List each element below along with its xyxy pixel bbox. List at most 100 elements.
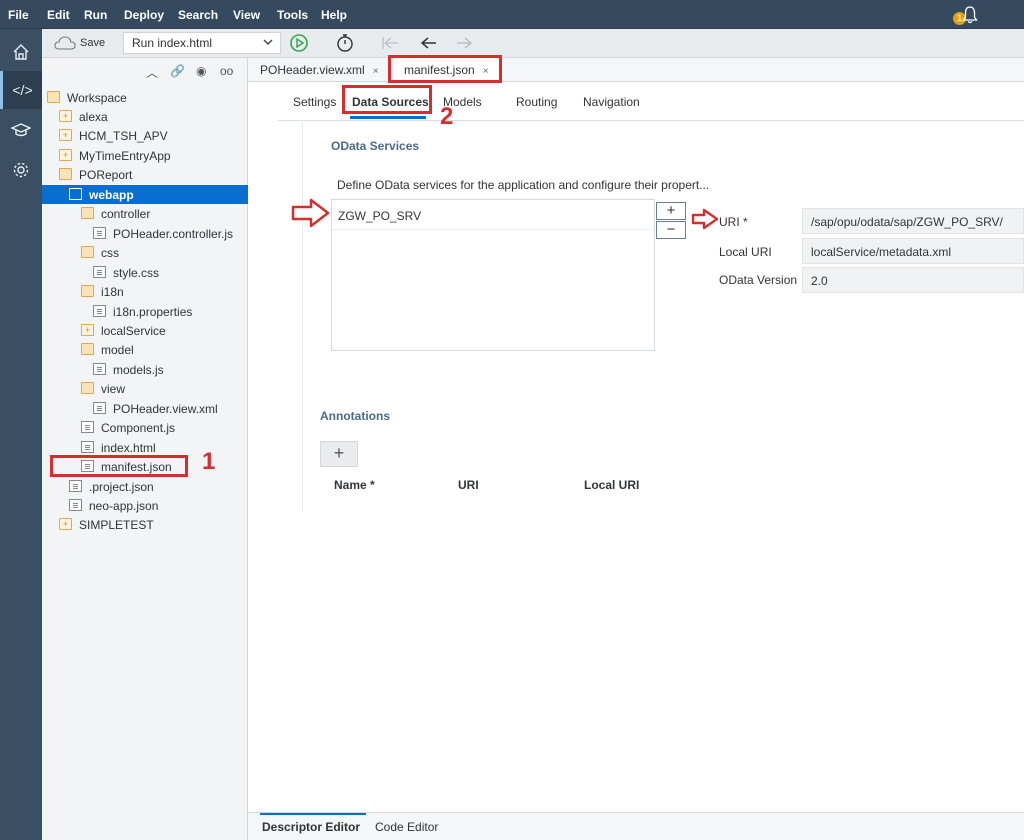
service-name: ZGW_PO_SRV [338,209,422,223]
save-button[interactable]: Save [54,33,105,53]
stopwatch-icon [337,34,353,52]
graduation-cap-icon [11,123,31,137]
glasses-icon[interactable]: oo [220,64,233,78]
odata-version-field[interactable]: 2.0 [802,267,1024,293]
add-annotation-button[interactable]: + [320,441,358,467]
uri-field[interactable]: /sap/opu/odata/sap/ZGW_PO_SRV/ [802,208,1024,234]
link-icon[interactable]: 🔗 [170,64,185,78]
add-service-button[interactable]: + [656,202,686,220]
callout-arrow-service-icon [291,198,330,228]
callout-box-data-sources-tab [342,85,432,114]
tab-descriptor-editor[interactable]: Descriptor Editor [262,820,360,834]
first-error-button[interactable] [382,33,400,53]
tree-item[interactable]: + MyTimeEntryApp [42,146,248,165]
menu-help[interactable]: Help [321,8,347,22]
menu-run[interactable]: Run [84,8,107,22]
tree-item-label: HCM_TSH_APV [79,129,168,144]
folder-open-icon [59,168,72,181]
arrow-left-icon [420,37,436,49]
tree-item-label: neo-app.json [89,499,159,513]
file-icon [93,401,106,414]
menu-view[interactable]: View [233,8,260,22]
menu-file[interactable]: File [8,8,29,22]
menu-deploy[interactable]: Deploy [124,8,164,22]
tree-item[interactable]: + HCM_TSH_APV [42,126,248,145]
remove-service-button[interactable]: − [656,221,686,239]
tree-item-label: SIMPLETEST [79,518,154,533]
run-config-select[interactable]: Run index.html [123,32,281,54]
learning-button[interactable] [0,111,42,149]
menu-search[interactable]: Search [178,8,218,22]
tree-item-label: controller [101,207,151,222]
arrow-right-icon [457,37,473,49]
cloud-save-icon [54,36,76,50]
file-icon [81,440,94,453]
collapse-all-icon[interactable]: ︿ [146,64,158,81]
tree-item[interactable]: + SIMPLETEST [42,515,248,534]
callout-box-manifest-file [50,455,188,477]
back-button[interactable] [420,33,438,53]
folder-icon: + [81,323,94,336]
tree-item[interactable]: .project.json [42,477,248,496]
odata-service-list: ZGW_PO_SRV [331,199,655,351]
development-button[interactable]: </> [0,71,42,109]
run-with-timer-button[interactable] [335,33,355,53]
tree-item[interactable]: i18n.properties [42,302,248,321]
arrow-left-first-icon [382,37,398,49]
tree-item[interactable]: index.html [42,438,248,457]
activity-rail: </> [0,29,42,840]
tree-item[interactable]: style.css [42,263,248,282]
tree-item[interactable]: + alexa [42,107,248,126]
forward-button[interactable] [455,33,473,53]
preferences-button[interactable] [0,151,42,189]
tree-item-label: index.html [101,440,156,455]
close-icon[interactable]: × [373,66,379,77]
tree-item[interactable]: controller [42,204,248,223]
code-icon: </> [12,82,33,98]
tree-item-label: .project.json [89,479,154,494]
tree-item-label: POHeader.view.xml [113,401,218,416]
tree-item[interactable]: Component.js [42,418,248,437]
folder-open-icon [69,187,82,200]
column-name: Name * [334,478,375,492]
tab-poheader-view[interactable]: POHeader.view.xml × [252,58,387,82]
file-icon [93,304,106,317]
tree-item[interactable]: POHeader.controller.js [42,224,248,243]
notifications-button[interactable]: 1 [953,6,979,26]
tree-item[interactable]: POReport [42,165,248,184]
tree-item[interactable]: model [42,340,248,359]
local-uri-label: Local URI [719,245,772,259]
tree-item[interactable]: + localService [42,321,248,340]
tree-item[interactable]: models.js [42,360,248,379]
tree-item-workspace[interactable]: Workspace [42,88,248,107]
run-button[interactable] [289,33,309,53]
tree-item[interactable]: webapp [42,184,248,204]
tab-code-editor[interactable]: Code Editor [375,820,438,834]
toolbar: Save Run index.html [42,29,1024,58]
tree-item[interactable]: POHeader.view.xml [42,399,248,418]
local-uri-field[interactable]: localService/metadata.xml [802,238,1024,264]
tab-routing[interactable]: Routing [516,95,557,109]
odata-services-heading: OData Services [331,139,420,153]
tab-settings[interactable]: Settings [293,95,336,109]
column-uri: URI [458,478,479,492]
workspace-tree: ︿ 🔗 ◉ oo Workspace + alexa + HCM_TSH_APV + MyT… [42,58,248,840]
tab-navigation[interactable]: Navigation [583,95,640,109]
menu-edit[interactable]: Edit [47,8,70,22]
tree-item[interactable]: neo-app.json [42,496,248,515]
list-item[interactable]: ZGW_PO_SRV [332,200,654,230]
menu-tools[interactable]: Tools [277,8,308,22]
tree-item-label: i18n [101,285,124,300]
tree-item-label: css [101,246,119,261]
editor-tab-bar: POHeader.view.xml × manifest.json × [248,58,1024,82]
tree-item[interactable]: view [42,379,248,398]
callout-number-2: 2 [440,103,454,130]
tree-item[interactable]: css [42,243,248,262]
file-icon [93,265,106,278]
eye-icon[interactable]: ◉ [196,64,206,78]
home-button[interactable] [0,33,42,71]
tree-item[interactable]: i18n [42,282,248,301]
tree-item-label: view [101,382,126,397]
odata-description: Define OData services for the applicatio… [337,178,710,192]
callout-box-manifest-tab [388,55,502,83]
